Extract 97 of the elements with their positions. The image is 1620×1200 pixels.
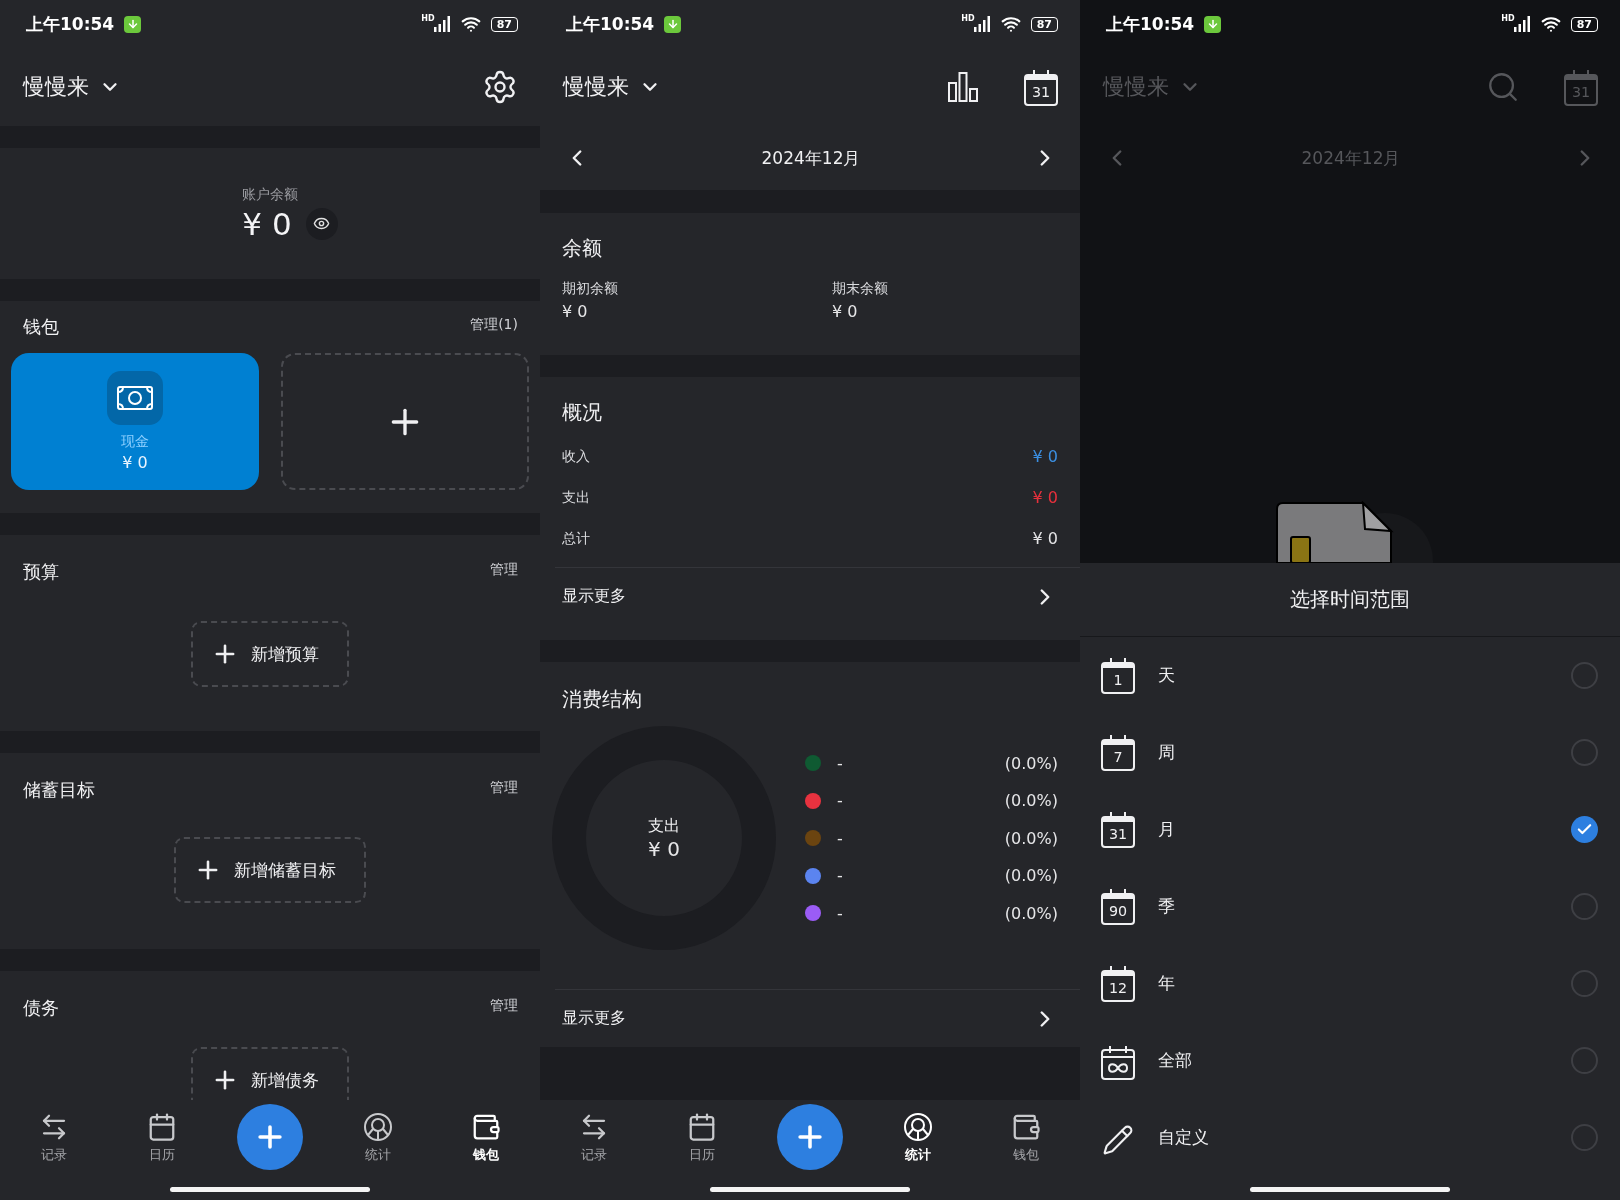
range-option-label[interactable]: 天 [1158, 664, 1175, 687]
wifi-icon [460, 14, 481, 34]
nav-tab[interactable]: 钱包 [972, 1112, 1080, 1164]
legend-percent: (0.0%) [1004, 866, 1058, 885]
overview-value: ¥ 0 [1032, 529, 1058, 548]
nav-tab[interactable]: 日历 [648, 1112, 756, 1164]
nav-tab[interactable]: 钱包 [432, 1112, 540, 1164]
radio-button[interactable] [1571, 893, 1598, 920]
section-title: 债务 [23, 996, 59, 1020]
download-icon [124, 15, 142, 33]
balance-value: ¥ 0 [562, 302, 589, 321]
radio-button[interactable] [1571, 739, 1598, 766]
overview-label: 支出 [562, 488, 590, 507]
download-icon [664, 15, 682, 33]
range-option-label[interactable]: 自定义 [1158, 1126, 1209, 1149]
add-item-button[interactable]: 新增预算 [191, 621, 349, 687]
range-option-label[interactable]: 年 [1158, 972, 1175, 995]
manage-link[interactable]: 管理 [490, 779, 518, 797]
status-time: 上午10:54 [566, 12, 655, 36]
legend-label: - [837, 791, 843, 810]
network-label: HD [1501, 14, 1515, 23]
wifi-icon [1540, 14, 1561, 34]
overview-value: ¥ 0 [1032, 447, 1058, 466]
legend-label: - [837, 753, 843, 773]
range-option-label[interactable]: 月 [1158, 818, 1175, 841]
account-book-title[interactable]: 慢慢来 [563, 72, 629, 102]
show-more-row[interactable]: 显示更多 [555, 567, 1080, 625]
nav-tab[interactable]: 统计 [864, 1112, 972, 1164]
month-label: 2024年12月 [761, 146, 861, 170]
section-title: 概况 [562, 400, 602, 424]
donut-chart-icon [903, 1112, 933, 1142]
pencil-icon [1102, 1124, 1134, 1156]
donut-label: 支出 [648, 815, 680, 837]
network-label: HD [961, 14, 975, 23]
donut-value: ¥ 0 [648, 836, 680, 861]
legend-label: - [837, 866, 843, 885]
download-icon [1204, 15, 1222, 33]
wallet-card[interactable]: 现金 ¥ 0 [11, 353, 259, 490]
month-label: 2024年12月 [1301, 146, 1401, 170]
calendar-icon [687, 1112, 717, 1142]
radio-button[interactable] [1571, 1124, 1598, 1151]
sheet-title: 选择时间范围 [1080, 563, 1620, 637]
wallet-name: 现金 [121, 433, 149, 451]
radio-button[interactable] [1571, 816, 1598, 843]
nav-tab[interactable]: 记录 [540, 1112, 648, 1164]
manage-link[interactable]: 管理 [490, 997, 518, 1015]
legend-percent: (0.0%) [1004, 791, 1058, 810]
overview-label: 收入 [562, 447, 590, 466]
wifi-icon [1000, 14, 1021, 34]
calendar-icon [147, 1112, 177, 1142]
balance-amount: ¥ 0 [242, 205, 292, 242]
balance-label: 期末余额 [832, 280, 889, 298]
settings-icon[interactable] [482, 69, 518, 105]
overview-value: ¥ 0 [1032, 488, 1058, 507]
search-icon[interactable] [1486, 70, 1520, 104]
wallet-icon [471, 1112, 501, 1142]
account-book-title[interactable]: 慢慢来 [23, 72, 89, 102]
status-time: 上午10:54 [26, 12, 115, 36]
range-option-label[interactable]: 周 [1158, 741, 1175, 764]
eye-icon[interactable] [305, 207, 338, 240]
section-title: 消费结构 [562, 687, 642, 711]
bar-chart-icon[interactable] [946, 71, 980, 103]
nav-tab[interactable]: 统计 [324, 1112, 432, 1164]
legend-label: - [837, 828, 843, 848]
legend-label: - [837, 903, 843, 923]
range-option-label[interactable]: 全部 [1158, 1049, 1192, 1072]
section-title: 预算 [23, 560, 59, 584]
nav-tab[interactable]: 日历 [108, 1112, 216, 1164]
battery-icon: 87 [490, 16, 518, 32]
radio-button[interactable] [1571, 1047, 1598, 1074]
donut-chart-icon [363, 1112, 393, 1142]
section-title: 钱包 [23, 315, 59, 339]
radio-button[interactable] [1571, 970, 1598, 997]
wallet-amount: ¥ 0 [122, 453, 148, 472]
legend-percent: (0.0%) [1004, 828, 1058, 848]
wallet-icon [1011, 1112, 1041, 1142]
balance-label: 期初余额 [562, 280, 619, 298]
infinity-calendar-icon [1100, 1045, 1136, 1081]
add-item-button[interactable]: 新增储蓄目标 [174, 837, 366, 903]
manage-link[interactable]: 管理 [490, 561, 518, 579]
range-option-label[interactable]: 季 [1158, 895, 1175, 918]
banknote-icon [107, 371, 163, 425]
section-title: 储蓄目标 [23, 778, 95, 802]
legend-percent: (0.0%) [1004, 753, 1058, 773]
overview-label: 总计 [562, 529, 590, 548]
battery-icon: 87 [1030, 16, 1058, 32]
network-label: HD [421, 14, 435, 23]
balance-value: ¥ 0 [832, 302, 859, 321]
add-wallet-button[interactable] [281, 353, 529, 490]
status-time: 上午10:54 [1106, 12, 1195, 36]
legend-percent: (0.0%) [1004, 903, 1058, 923]
manage-link[interactable]: 管理(1) [470, 316, 518, 334]
section-title: 余额 [562, 235, 603, 262]
nav-tab[interactable]: 记录 [0, 1112, 108, 1164]
radio-button[interactable] [1571, 662, 1598, 689]
balance-label: 账户余额 [242, 185, 298, 204]
battery-icon: 87 [1570, 16, 1598, 32]
